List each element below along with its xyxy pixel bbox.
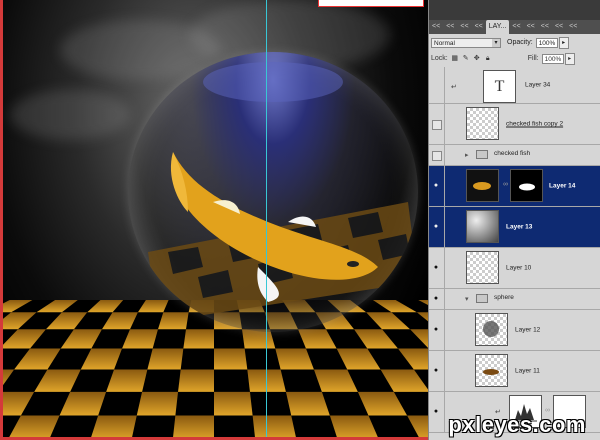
floor-tile [214,348,248,370]
layer-name[interactable]: Layer 11 [515,368,540,375]
layer-group-row[interactable]: ▸ checked fish [429,145,600,166]
row-gutter [444,67,445,103]
layer-row[interactable]: ● Layer 11 [429,351,600,392]
layers-list: ↵ T Layer 34 checked fish copy 2 ▸ check… [429,67,600,433]
eye-icon[interactable]: ● [431,325,441,335]
row-gutter [444,207,445,247]
lock-all-icon[interactable]: 🔒︎ [484,55,492,63]
expand-triangle-icon[interactable]: ▸ [465,151,469,159]
layer-row[interactable]: checked fish copy 2 [429,104,600,145]
layer-thumbnail [466,169,499,202]
floor-tile [178,369,214,392]
layer-mask-thumbnail[interactable] [510,169,543,202]
layer-row[interactable]: ● ∞ Layer 14 [429,166,600,207]
opacity-input[interactable]: 100% [535,37,558,48]
folder-icon [476,294,488,303]
vertical-guide-line[interactable] [266,0,267,440]
smoke-cloud [10,90,130,140]
layer-name[interactable]: checked fish copy 2 [506,121,563,128]
panel-header-strip [429,0,600,20]
layer-thumbnail [466,210,499,243]
panel-tab[interactable]: << [552,20,566,34]
eye-icon[interactable]: ● [431,294,441,304]
lock-brush-icon[interactable]: ✎ [462,55,470,63]
fill-input[interactable]: 100% [541,53,564,64]
floor-tile [136,391,179,416]
eye-icon[interactable]: ● [431,222,441,232]
row-gutter [444,248,445,288]
floor-tile [147,348,184,370]
row-gutter [444,166,445,206]
eye-icon[interactable]: ● [431,263,441,273]
layers-panel: << << << << LAY... << << << << << Normal… [428,0,600,440]
layer-name[interactable]: Layer 34 [525,82,550,89]
lock-options-row: Lock: ▦ ✎ ✥ 🔒︎ Fill: 100% ▸ [429,52,600,65]
panel-tab[interactable]: << [443,20,457,34]
group-name[interactable]: checked fish [494,150,530,157]
eye-icon[interactable]: ● [431,366,441,376]
layer-name[interactable]: Layer 14 [549,183,575,190]
layer-thumbnail [475,354,508,387]
group-name[interactable]: sphere [494,294,514,301]
canvas-top-marker [318,0,424,7]
lock-move-icon[interactable]: ✥ [473,55,481,63]
opacity-slider-button[interactable]: ▸ [558,36,569,49]
document-canvas[interactable] [0,0,428,440]
clipping-arrow-icon: ↵ [451,84,457,91]
tab-layers[interactable]: LAY... [485,20,510,34]
floor-tile [242,329,276,349]
opacity-label: Opacity: [507,39,533,46]
layer-row[interactable]: ● Layer 12 [429,310,600,351]
row-gutter [444,392,445,432]
layer-name[interactable]: Layer 10 [506,265,531,272]
panel-tab-bar: << << << << LAY... << << << << << [429,20,600,34]
blend-mode-value: Normal [434,39,455,47]
lock-transparency-icon[interactable]: ▦ [451,55,459,63]
visibility-toggle[interactable] [432,151,442,161]
lock-label: Lock: [431,55,448,62]
row-gutter [444,310,445,350]
row-gutter [444,289,445,309]
chevron-down-icon: ▾ [492,38,500,47]
row-gutter [444,145,445,165]
layer-row[interactable]: ● Layer 10 [429,248,600,289]
layer-thumbnail [475,313,508,346]
fill-slider-button[interactable]: ▸ [564,52,575,65]
collapse-triangle-icon[interactable]: ▾ [465,295,469,303]
watermark: pxleyes.com [448,412,586,437]
folder-icon [476,150,488,159]
layer-group-row[interactable]: ● ▾ sphere [429,289,600,310]
layer-thumbnail [466,107,499,140]
layer-row[interactable]: ● Layer 13 [429,207,600,248]
blend-options-row: Normal ▾ Opacity: 100% ▸ [429,36,600,49]
blend-mode-select[interactable]: Normal ▾ [431,37,501,48]
floor-tile [183,329,214,349]
glass-sphere [128,52,418,332]
layer-name[interactable]: Layer 12 [515,327,540,334]
text-layer-thumbnail: T [483,70,516,103]
layer-name[interactable]: Layer 13 [506,224,532,231]
panel-tab[interactable]: << [524,20,538,34]
panel-tab[interactable]: << [566,20,580,34]
frame-left-edge [0,0,3,440]
link-chain-icon[interactable]: ∞ [503,181,508,188]
row-gutter [444,351,445,391]
panel-tab[interactable]: << [509,20,523,34]
fill-label: Fill: [527,55,539,62]
panel-tab[interactable]: << [429,20,443,34]
layer-row[interactable]: ↵ T Layer 34 [429,67,600,104]
row-gutter [444,104,445,144]
eye-icon[interactable]: ● [431,407,441,417]
visibility-toggle[interactable] [432,120,442,130]
layer-thumbnail [466,251,499,284]
panel-tab[interactable]: << [457,20,471,34]
floor-tile [214,391,253,416]
panel-tab[interactable]: << [538,20,552,34]
eye-icon[interactable]: ● [431,181,441,191]
panel-tab[interactable]: << [472,20,486,34]
